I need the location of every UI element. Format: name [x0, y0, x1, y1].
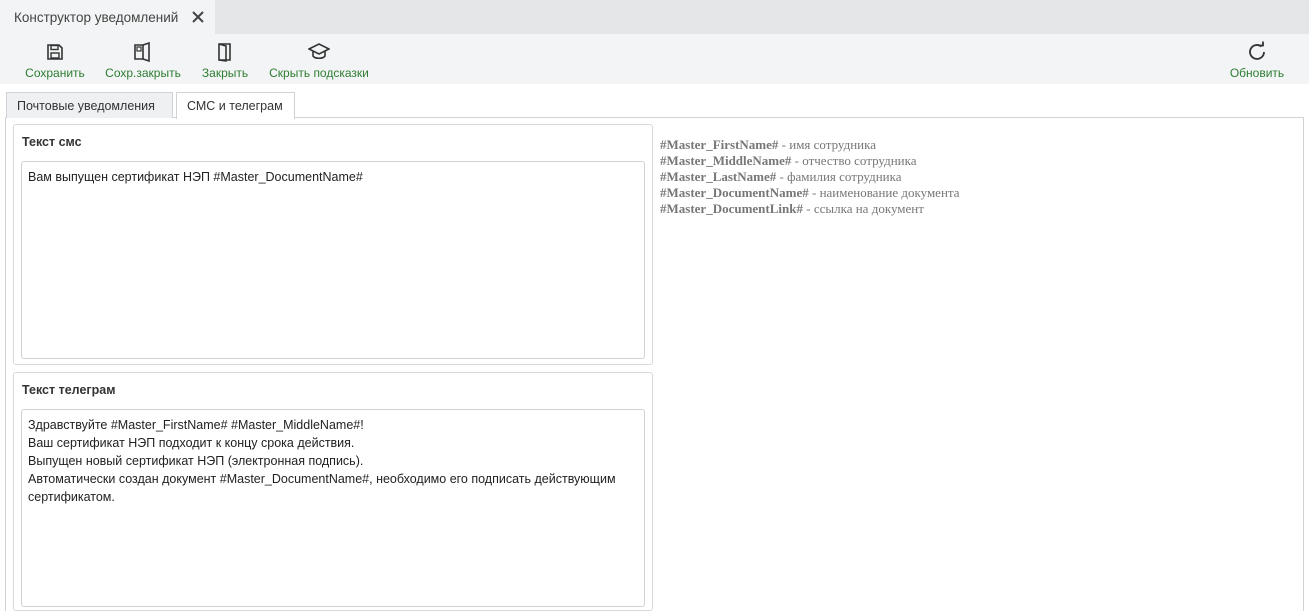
toolbar: Сохранить Сохр.закрыть Закрыть Скрыть по… [0, 34, 1309, 84]
save-button[interactable]: Сохранить [25, 34, 85, 84]
graduation-cap-icon [308, 43, 330, 60]
hint-token: #Master_LastName# [660, 169, 777, 184]
close-icon[interactable] [191, 10, 205, 24]
hint-line: #Master_LastName# - фамилия сотрудника [660, 169, 960, 185]
sms-title: Текст смс [22, 135, 82, 149]
save-label: Сохранить [25, 66, 85, 80]
hint-token: #Master_DocumentLink# [660, 201, 803, 216]
hint-line: #Master_DocumentName# - наименование док… [660, 185, 960, 201]
hint-token: #Master_DocumentName# [660, 185, 809, 200]
hint-token: #Master_FirstName# [660, 137, 779, 152]
hint-description: - наименование документа [808, 185, 960, 200]
close-button[interactable]: Закрыть [200, 34, 250, 84]
save-close-button[interactable]: Сохр.закрыть [104, 34, 182, 84]
section-tabs: Почтовые уведомления СМС и телеграм [0, 84, 1309, 119]
tab-sms-telegram-label: СМС и телеграм [187, 99, 283, 113]
document-tab-title: Конструктор уведомлений [14, 9, 179, 25]
sms-text-field[interactable]: Вам выпущен сертификат НЭП #Master_Docum… [21, 161, 645, 359]
placeholder-hints: #Master_FirstName# - имя сотрудника #Mas… [660, 137, 960, 217]
close-label: Закрыть [201, 66, 249, 80]
floppy-disk-icon [47, 44, 63, 60]
sms-panel: Текст смс Вам выпущен сертификат НЭП #Ma… [13, 124, 653, 365]
document-tab[interactable]: Конструктор уведомлений [0, 0, 215, 34]
hide-hints-label: Скрыть подсказки [269, 66, 369, 80]
hint-description: - имя сотрудника [778, 137, 877, 152]
tab-email-notifications-label: Почтовые уведомления [17, 98, 155, 113]
hint-description: - фамилия сотрудника [776, 169, 902, 184]
document-tab-strip: Конструктор уведомлений [0, 0, 1309, 34]
refresh-button[interactable]: Обновить [1228, 34, 1286, 84]
save-close-icon [134, 42, 150, 62]
hint-line: #Master_MiddleName# - отчество сотрудник… [660, 153, 960, 169]
telegram-title: Текст телеграм [22, 383, 116, 397]
save-close-label: Сохр.закрыть [105, 66, 181, 80]
telegram-panel: Текст телеграм Здравствуйте #Master_Firs… [13, 372, 653, 611]
refresh-icon [1249, 41, 1265, 60]
hint-description: - отчество сотрудника [791, 153, 917, 168]
hint-token: #Master_MiddleName# [660, 153, 792, 168]
telegram-text-field[interactable]: Здравствуйте #Master_FirstName# #Master_… [21, 409, 645, 607]
hide-hints-button[interactable]: Скрыть подсказки [267, 34, 371, 84]
hint-line: #Master_FirstName# - имя сотрудника [660, 137, 960, 153]
hint-line: #Master_DocumentLink# - ссылка на докуме… [660, 201, 960, 217]
door-icon [218, 43, 231, 62]
hint-description: - ссылка на документ [803, 201, 924, 216]
tab-email-notifications[interactable]: Почтовые уведомления [6, 92, 173, 118]
refresh-label: Обновить [1229, 66, 1285, 80]
tab-sms-telegram[interactable]: СМС и телеграм [176, 92, 295, 119]
